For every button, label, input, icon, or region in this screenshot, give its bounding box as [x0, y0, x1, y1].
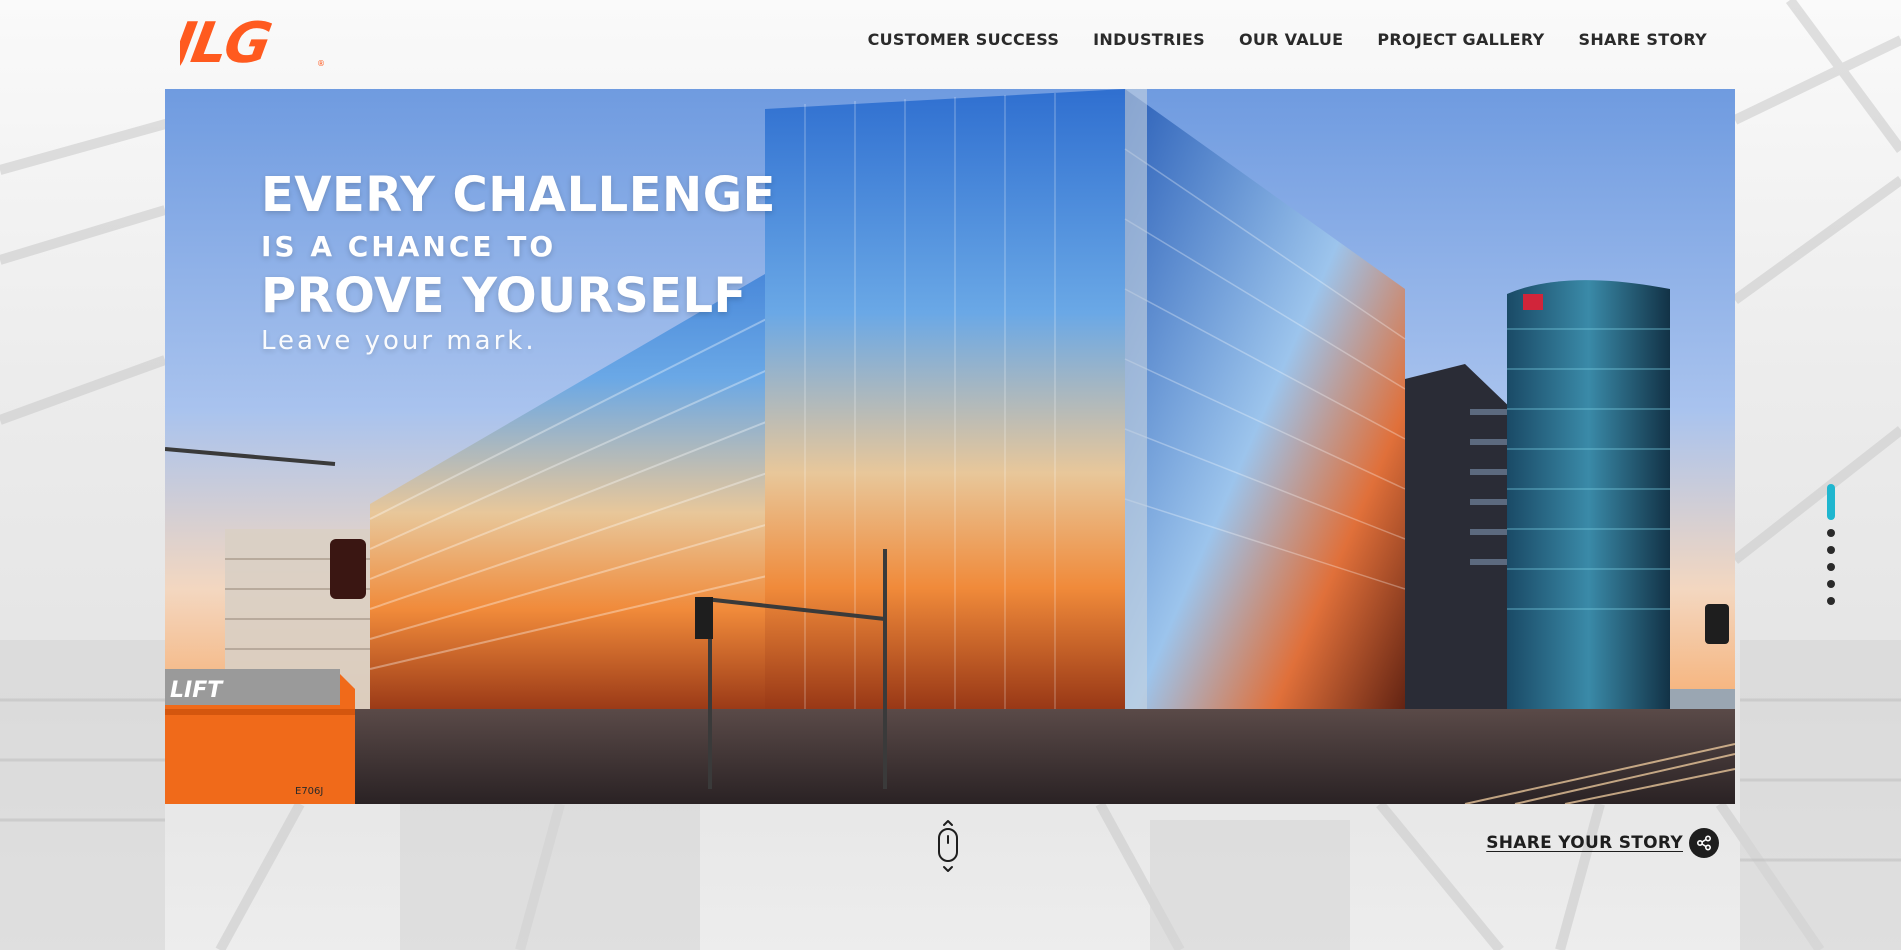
nav-customer-success[interactable]: CUSTOMER SUCCESS: [868, 30, 1060, 49]
hero-headline: EVERY CHALLENGE IS A CHANCE TO PROVE YOU…: [261, 167, 776, 357]
slide-pager: [1824, 484, 1838, 605]
mouse-scroll-icon[interactable]: [936, 818, 960, 876]
svg-text:LIFT: LIFT: [170, 678, 224, 703]
nav-project-gallery[interactable]: PROJECT GALLERY: [1377, 30, 1544, 49]
pager-dot-1-active[interactable]: [1827, 484, 1835, 520]
main-nav: CUSTOMER SUCCESS INDUSTRIES OUR VALUE PR…: [868, 30, 1707, 49]
nav-industries[interactable]: INDUSTRIES: [1093, 30, 1205, 49]
svg-text:JLG: JLG: [180, 12, 274, 68]
nav-our-value[interactable]: OUR VALUE: [1239, 30, 1343, 49]
hero-banner: LIFT E706J EVERY CHALLENGE IS A CHANCE T…: [165, 89, 1735, 804]
share-your-story-link[interactable]: SHARE YOUR STORY: [1486, 828, 1719, 858]
svg-text:®: ®: [317, 59, 325, 68]
svg-text:E706J: E706J: [295, 786, 323, 797]
pager-dot-4[interactable]: [1827, 563, 1835, 571]
share-label: SHARE YOUR STORY: [1486, 833, 1683, 853]
share-icon[interactable]: [1689, 828, 1719, 858]
headline-line-1: EVERY CHALLENGE: [261, 167, 776, 223]
pager-dot-5[interactable]: [1827, 580, 1835, 588]
pager-dot-2[interactable]: [1827, 529, 1835, 537]
headline-line-3: PROVE YOURSELF: [261, 268, 747, 324]
headline-line-2: IS A CHANCE TO: [261, 230, 557, 263]
pager-dot-6[interactable]: [1827, 597, 1835, 605]
headline-tagline: Leave your mark.: [261, 326, 537, 356]
jlg-logo[interactable]: JLG ®: [180, 12, 330, 68]
lift-machine: LIFT E706J: [165, 669, 355, 804]
site-header: JLG ® CUSTOMER SUCCESS INDUSTRIES OUR VA…: [0, 0, 1901, 89]
pager-dot-3[interactable]: [1827, 546, 1835, 554]
nav-share-story[interactable]: SHARE STORY: [1579, 30, 1708, 49]
